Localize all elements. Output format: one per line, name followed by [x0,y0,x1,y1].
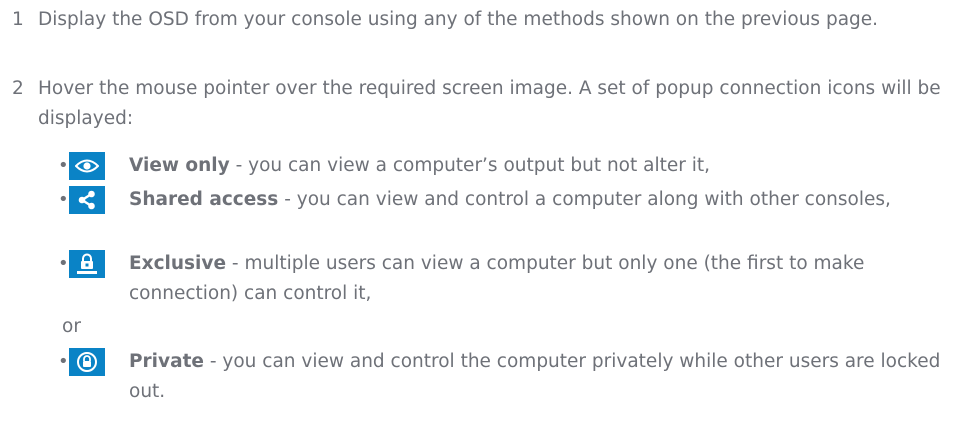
bullet-dot: • [58,351,69,372]
connection-mode-title: View only [129,155,230,176]
step-number: 2 [12,78,24,99]
or-separator: or [62,316,81,337]
connection-mode-description: - multiple users can view a computer but… [129,253,865,304]
list-item-text: Shared access - you can view and control… [129,185,955,215]
step-1: 1 Display the OSD from your console usin… [12,5,957,35]
step-number: 1 [12,9,24,30]
connection-mode-description: - you can view and control a computer al… [278,189,891,210]
eye-icon [69,152,105,180]
connection-mode-title: Shared access [129,189,279,210]
instruction-page: 1 Display the OSD from your console usin… [0,0,962,428]
step-text: Hover the mouse pointer over the require… [38,78,941,129]
bullet-dot: • [58,253,69,274]
step-text: Display the OSD from your console using … [38,9,879,30]
list-item-view-only: • View only - you can view a computer’s … [55,151,955,181]
connection-mode-title: Exclusive [129,253,227,274]
connection-mode-description: - you can view and control the computer … [129,351,941,402]
list-item-text: Private - you can view and control the c… [129,347,955,407]
list-item-text: View only - you can view a computer’s ou… [129,151,955,181]
list-item-text: Exclusive - multiple users can view a co… [129,249,955,309]
list-item-shared-access: • Shared access - you can view and contr… [55,185,955,215]
bullet-dot: • [58,189,69,210]
list-item-exclusive: • Exclusive - multiple users can view a … [55,249,955,309]
connection-mode-title: Private [129,351,204,372]
connection-mode-description: - you can view a computer’s output but n… [229,155,710,176]
share-icon [69,186,105,214]
user-lock-icon [69,250,105,278]
step-2: 2 Hover the mouse pointer over the requi… [12,74,957,134]
list-item-private: • Private - you can view and control the… [55,347,955,407]
bullet-dot: • [58,155,69,176]
padlock-icon [69,348,105,376]
